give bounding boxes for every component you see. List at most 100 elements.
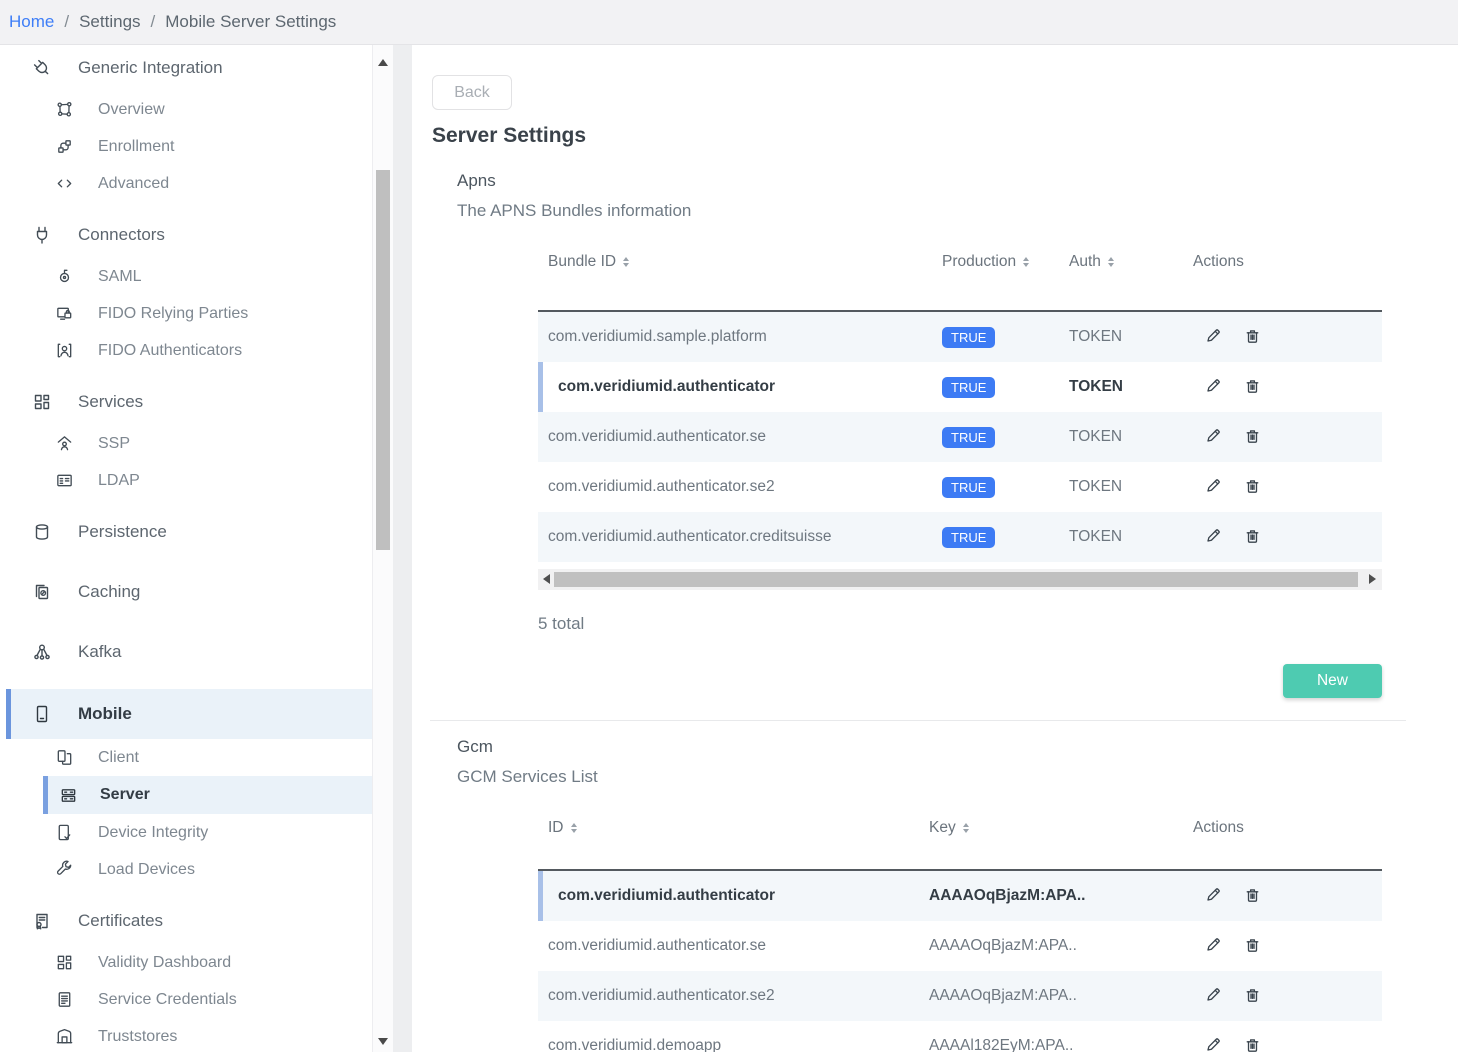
- breadcrumb-home[interactable]: Home: [9, 12, 54, 32]
- edit-button[interactable]: [1204, 376, 1223, 398]
- apns-column-header-auth[interactable]: Auth: [1069, 253, 1193, 271]
- sidebar-item-generic-integration[interactable]: Generic Integration: [6, 45, 372, 91]
- table-row[interactable]: com.veridiumid.authenticator.seTRUETOKEN: [538, 412, 1382, 462]
- sidebar-scrollbar-thumb[interactable]: [376, 170, 390, 550]
- scroll-right-arrow-icon[interactable]: [1369, 574, 1376, 584]
- edit-button[interactable]: [1204, 426, 1223, 448]
- edit-button[interactable]: [1204, 985, 1223, 1007]
- apns-horizontal-scrollbar[interactable]: [538, 569, 1382, 590]
- apns-column-header-bundle-id[interactable]: Bundle ID: [538, 253, 942, 271]
- actions-cell: [1193, 885, 1382, 907]
- sidebar-item-certificates[interactable]: Certificates: [6, 898, 372, 944]
- code-icon: [52, 174, 76, 193]
- person-roof-icon: [52, 434, 76, 453]
- phone-check-icon: [52, 823, 76, 842]
- page-gap: [393, 45, 412, 1052]
- sidebar-item-overview[interactable]: Overview: [6, 91, 372, 128]
- sidebar: Generic Integration OverviewEnrollmentAdv…: [6, 45, 372, 1052]
- delete-button[interactable]: [1243, 476, 1262, 498]
- production-badge: TRUE: [942, 327, 995, 348]
- integration-plug-icon: [30, 58, 54, 78]
- gcm-column-header-key[interactable]: Key: [929, 819, 1193, 837]
- edit-button[interactable]: [1204, 476, 1223, 498]
- table-row[interactable]: com.veridiumid.demoappAAAAl182EyM:APA..: [538, 1021, 1382, 1052]
- table-row[interactable]: com.veridiumid.authenticator.seAAAAOqBja…: [538, 921, 1382, 971]
- production-badge: TRUE: [942, 477, 995, 498]
- delete-button[interactable]: [1243, 376, 1262, 398]
- sidebar-item-ldap[interactable]: LDAP: [6, 462, 372, 499]
- sidebar-item-saml[interactable]: SAML: [6, 258, 372, 295]
- delete-button[interactable]: [1243, 985, 1262, 1007]
- auth-cell: TOKEN: [1069, 478, 1193, 496]
- bundle-id-cell: com.veridiumid.authenticator.se2: [538, 478, 942, 496]
- sidebar-scrollbar[interactable]: [372, 45, 393, 1052]
- database-icon: [30, 522, 54, 542]
- delete-button[interactable]: [1243, 885, 1262, 907]
- sidebar-item-client[interactable]: Client: [6, 739, 372, 776]
- edit-button[interactable]: [1204, 885, 1223, 907]
- key-cell: AAAAOqBjazM:APA..: [929, 937, 1193, 955]
- sidebar-item-enrollment[interactable]: Enrollment: [6, 128, 372, 165]
- edit-button[interactable]: [1204, 1035, 1223, 1052]
- breadcrumb-settings[interactable]: Settings: [79, 12, 140, 32]
- edit-button[interactable]: [1204, 935, 1223, 957]
- sidebar-item-ssp[interactable]: SSP: [6, 425, 372, 462]
- sidebar-item-fido-relying-parties[interactable]: FIDO Relying Parties: [6, 295, 372, 332]
- sidebar-item-label: Device Integrity: [98, 824, 208, 842]
- pencil-icon: [1204, 526, 1223, 548]
- sidebar-item-caching[interactable]: Caching: [6, 569, 372, 615]
- sidebar-item-label: Mobile: [78, 704, 132, 724]
- scroll-up-arrow-icon[interactable]: [378, 59, 388, 66]
- column-header-label: Actions: [1193, 819, 1244, 837]
- sidebar-item-services[interactable]: Services: [6, 379, 372, 425]
- sidebar-item-connectors[interactable]: Connectors: [6, 212, 372, 258]
- sidebar-item-truststores[interactable]: Truststores: [6, 1018, 372, 1052]
- sidebar-item-label: Generic Integration: [78, 58, 223, 78]
- sidebar-item-load-devices[interactable]: Load Devices: [6, 851, 372, 888]
- delete-button[interactable]: [1243, 326, 1262, 348]
- horizontal-scrollbar-thumb[interactable]: [554, 572, 1358, 587]
- gcm-section: Gcm GCM Services List IDKeyActions com.v…: [432, 737, 1458, 1052]
- table-row[interactable]: com.veridiumid.authenticator.se2TRUE TOKE…: [538, 462, 1382, 512]
- table-row[interactable]: com.veridiumid.authenticator.creditsuiss…: [538, 512, 1382, 562]
- delete-button[interactable]: [1243, 1035, 1262, 1052]
- table-row[interactable]: com.veridiumid.authenticator.se2AAAAOqBj…: [538, 971, 1382, 1021]
- sidebar-item-device-integrity[interactable]: Device Integrity: [6, 814, 372, 851]
- delete-button[interactable]: [1243, 426, 1262, 448]
- column-header-label: Production: [942, 253, 1016, 271]
- scroll-left-arrow-icon[interactable]: [543, 574, 550, 584]
- sidebar-item-label: Service Credentials: [98, 991, 237, 1009]
- sidebar-item-server[interactable]: Server: [43, 776, 372, 814]
- sidebar-item-service-credentials[interactable]: Service Credentials: [6, 981, 372, 1018]
- sidebar-item-fido-authenticators[interactable]: FIDO Authenticators: [6, 332, 372, 369]
- table-row[interactable]: com.veridiumid.sample.platformTRUETOKEN: [538, 312, 1382, 362]
- sidebar-item-label: Caching: [78, 582, 140, 602]
- bundle-id-cell: com.veridiumid.authenticator.creditsuiss…: [538, 528, 942, 546]
- main-content: Back Server Settings Apns The APNS Bundl…: [412, 45, 1458, 1052]
- wrench-icon: [52, 860, 76, 879]
- sidebar-item-mobile[interactable]: Mobile: [6, 689, 372, 739]
- delete-button[interactable]: [1243, 935, 1262, 957]
- breadcrumb-separator: /: [64, 12, 69, 32]
- actions-cell: [1193, 985, 1382, 1007]
- scroll-down-arrow-icon[interactable]: [378, 1038, 388, 1045]
- apns-column-header-production[interactable]: Production: [942, 253, 1069, 271]
- trash-icon: [1243, 1035, 1262, 1052]
- breadcrumb: Home / Settings / Mobile Server Settings: [0, 0, 1458, 45]
- edit-button[interactable]: [1204, 326, 1223, 348]
- back-button[interactable]: Back: [432, 75, 512, 110]
- table-row[interactable]: com.veridiumid.authenticatorAAAAOqBjazM:…: [538, 871, 1382, 921]
- edit-button[interactable]: [1204, 526, 1223, 548]
- sidebar-item-persistence[interactable]: Persistence: [6, 509, 372, 555]
- new-button[interactable]: New: [1283, 664, 1382, 698]
- column-header-label: Bundle ID: [548, 253, 616, 271]
- sidebar-item-validity-dashboard[interactable]: Validity Dashboard: [6, 944, 372, 981]
- gcm-column-header-id[interactable]: ID: [538, 819, 929, 837]
- sidebar-item-kafka[interactable]: Kafka: [6, 629, 372, 675]
- id-cell: com.veridiumid.authenticator.se2: [538, 987, 929, 1005]
- sidebar-item-advanced[interactable]: Advanced: [6, 165, 372, 202]
- actions-cell: [1193, 326, 1382, 348]
- actions-cell: [1193, 426, 1382, 448]
- table-row[interactable]: com.veridiumid.authenticatorTRUETOKEN: [538, 362, 1382, 412]
- delete-button[interactable]: [1243, 526, 1262, 548]
